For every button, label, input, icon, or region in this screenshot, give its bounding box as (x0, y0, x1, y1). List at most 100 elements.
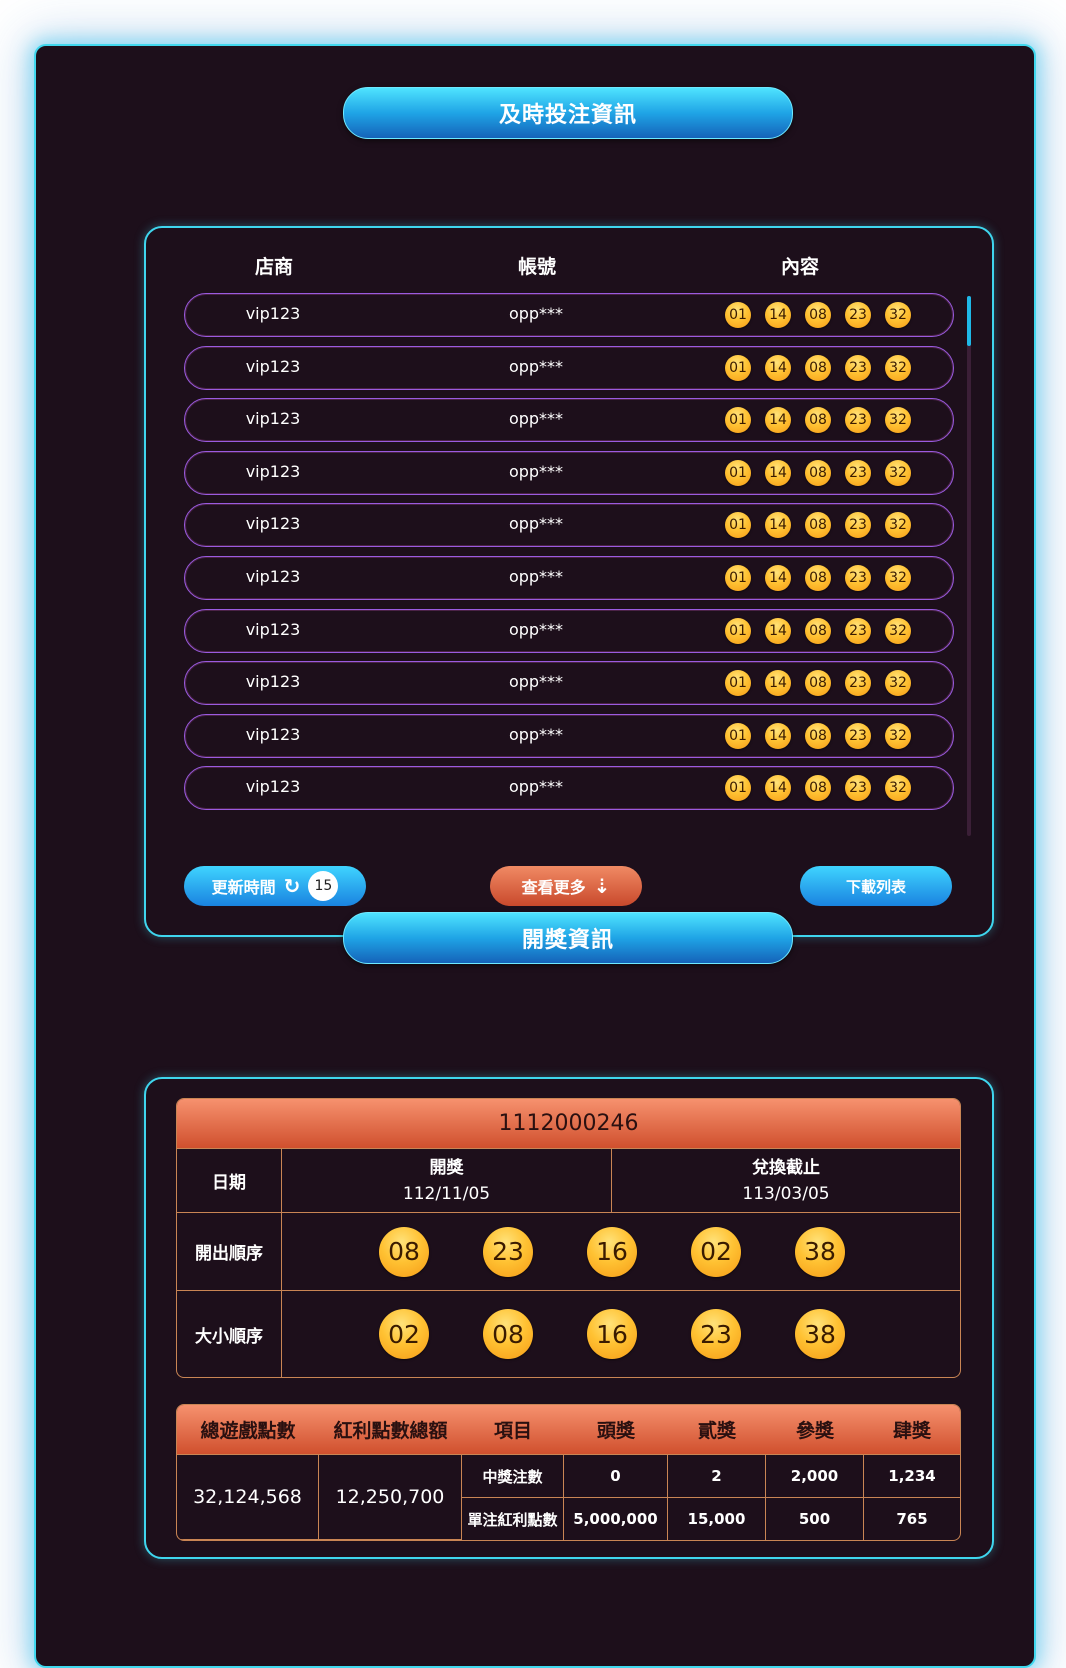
order-label: 開出順序 (177, 1213, 282, 1291)
number-ball: 14 (765, 670, 791, 697)
col-header-shop: 店商 (254, 256, 293, 278)
number-ball: 01 (725, 722, 751, 749)
refresh-label: 更新時間 (211, 878, 276, 897)
view-more-label: 查看更多 (521, 878, 586, 897)
number-ball: 23 (845, 565, 871, 591)
date-label: 日期 (177, 1149, 282, 1213)
bet-row: vip123 opp*** 01 14 08 23 32 (184, 345, 954, 390)
number-ball: 02 (691, 1226, 741, 1277)
bet-row: vip123 opp*** 01 14 08 23 32 (184, 556, 954, 600)
shop-cell: vip123 (245, 409, 301, 429)
shop-cell: vip123 (245, 619, 301, 639)
number-ball: 14 (765, 617, 791, 644)
shop-cell: vip123 (245, 724, 301, 744)
col-header-account: 帳號 (517, 256, 556, 278)
download-list-label: 下載列表 (845, 877, 906, 896)
bet-numbers: 01 14 08 23 32 (725, 302, 911, 328)
bet-numbers: 01 14 08 23 32 (725, 459, 911, 486)
shop-cell: vip123 (245, 356, 301, 376)
first-prize-bonus: 5,000,000 (564, 1498, 668, 1540)
number-ball: 01 (725, 459, 751, 486)
deadline-cell: 兌換截止 113/03/05 (612, 1149, 960, 1213)
number-ball: 14 (765, 512, 791, 539)
number-ball: 08 (805, 617, 831, 644)
refresh-icon: ↻ (283, 874, 301, 898)
bet-row: vip123 opp*** 01 14 08 23 32 (184, 503, 954, 548)
third-prize-count: 2,000 (766, 1455, 864, 1498)
number-ball: 08 (379, 1226, 429, 1277)
number-ball: 01 (725, 512, 751, 539)
view-more-button[interactable]: 查看更多 ⇣ (490, 866, 642, 906)
header-first-prize: 頭獎 (564, 1405, 668, 1455)
number-ball: 01 (725, 354, 751, 381)
account-cell: opp*** (508, 304, 564, 323)
number-ball: 32 (885, 407, 911, 434)
number-ball: 08 (805, 302, 831, 328)
header-fourth-prize: 肆獎 (864, 1405, 960, 1455)
bet-row: vip123 opp*** 01 14 08 23 32 (184, 608, 954, 653)
number-ball: 08 (805, 459, 831, 486)
number-ball: 14 (765, 459, 791, 486)
second-prize-bonus: 15,000 (668, 1498, 766, 1540)
col-header-content: 內容 (780, 256, 819, 278)
number-ball: 14 (765, 722, 791, 749)
number-ball: 23 (845, 617, 871, 644)
draw-date: 112/11/05 (402, 1183, 491, 1204)
header-bonus-total: 紅利點數總額 (319, 1405, 462, 1455)
download-list-button[interactable]: 下載列表 (800, 866, 952, 906)
bet-row: vip123 opp*** 01 14 08 23 32 (184, 398, 954, 443)
scrollbar-track[interactable] (967, 296, 971, 836)
sorted-numbers-cell: 02 08 16 23 38 (282, 1291, 960, 1377)
account-cell: opp*** (508, 514, 564, 534)
draw-number: 1112000246 (177, 1099, 960, 1149)
number-ball: 14 (765, 407, 791, 434)
total-points-value: 32,124,568 (177, 1455, 319, 1540)
number-ball: 16 (587, 1309, 637, 1359)
bonus-per-bet-label: 單注紅利點數 (462, 1498, 564, 1540)
draw-table: 1112000246 日期 開獎 112/11/05 兌換截止 113/03/0… (176, 1098, 961, 1378)
first-prize-count: 0 (564, 1455, 668, 1498)
number-ball: 23 (691, 1309, 741, 1359)
number-ball: 32 (885, 775, 911, 802)
number-ball: 32 (885, 722, 911, 749)
number-ball: 23 (845, 302, 871, 328)
shop-cell: vip123 (245, 461, 301, 481)
bet-numbers: 01 14 08 23 32 (725, 407, 911, 434)
number-ball: 23 (845, 670, 871, 697)
account-cell: opp*** (508, 619, 564, 639)
fourth-prize-count: 1,234 (864, 1455, 960, 1498)
sorted-label: 大小順序 (177, 1291, 282, 1377)
sorted-numbers: 02 08 16 23 38 (283, 1309, 959, 1359)
number-ball: 08 (805, 775, 831, 802)
number-ball: 08 (805, 670, 831, 697)
number-ball: 08 (805, 512, 831, 539)
number-ball: 32 (885, 670, 911, 697)
number-ball: 01 (725, 617, 751, 644)
number-ball: 01 (725, 775, 751, 802)
number-ball: 14 (765, 302, 791, 328)
header-second-prize: 貳獎 (668, 1405, 766, 1455)
bet-row: vip123 opp*** 01 14 08 23 32 (184, 661, 954, 706)
double-chevron-down-icon: ⇣ (593, 874, 611, 898)
shop-cell: vip123 (245, 567, 301, 586)
number-ball: 01 (725, 670, 751, 697)
winning-count-label: 中獎注數 (462, 1455, 564, 1498)
scrollbar-thumb[interactable] (967, 296, 971, 346)
account-cell: opp*** (508, 567, 564, 586)
number-ball: 02 (379, 1309, 429, 1359)
bet-numbers: 01 14 08 23 32 (725, 512, 911, 539)
live-betting-panel: 店商 帳號 內容 vip123 opp*** 01 14 08 23 32 vip123 opp… (144, 226, 994, 937)
live-betting-title: 及時投注資訊 (343, 87, 793, 139)
account-cell: opp*** (508, 461, 564, 481)
number-ball: 32 (885, 565, 911, 591)
number-ball: 23 (845, 354, 871, 381)
number-ball: 32 (885, 302, 911, 328)
bet-numbers: 01 14 08 23 32 (725, 354, 911, 381)
shop-cell: vip123 (245, 672, 301, 692)
number-ball: 01 (725, 407, 751, 434)
draw-date-cell: 開獎 112/11/05 (282, 1149, 612, 1213)
account-cell: opp*** (508, 356, 564, 376)
second-prize-count: 2 (668, 1455, 766, 1498)
refresh-button[interactable]: 更新時間 ↻ 15 (184, 866, 366, 906)
shop-cell: vip123 (245, 304, 301, 323)
